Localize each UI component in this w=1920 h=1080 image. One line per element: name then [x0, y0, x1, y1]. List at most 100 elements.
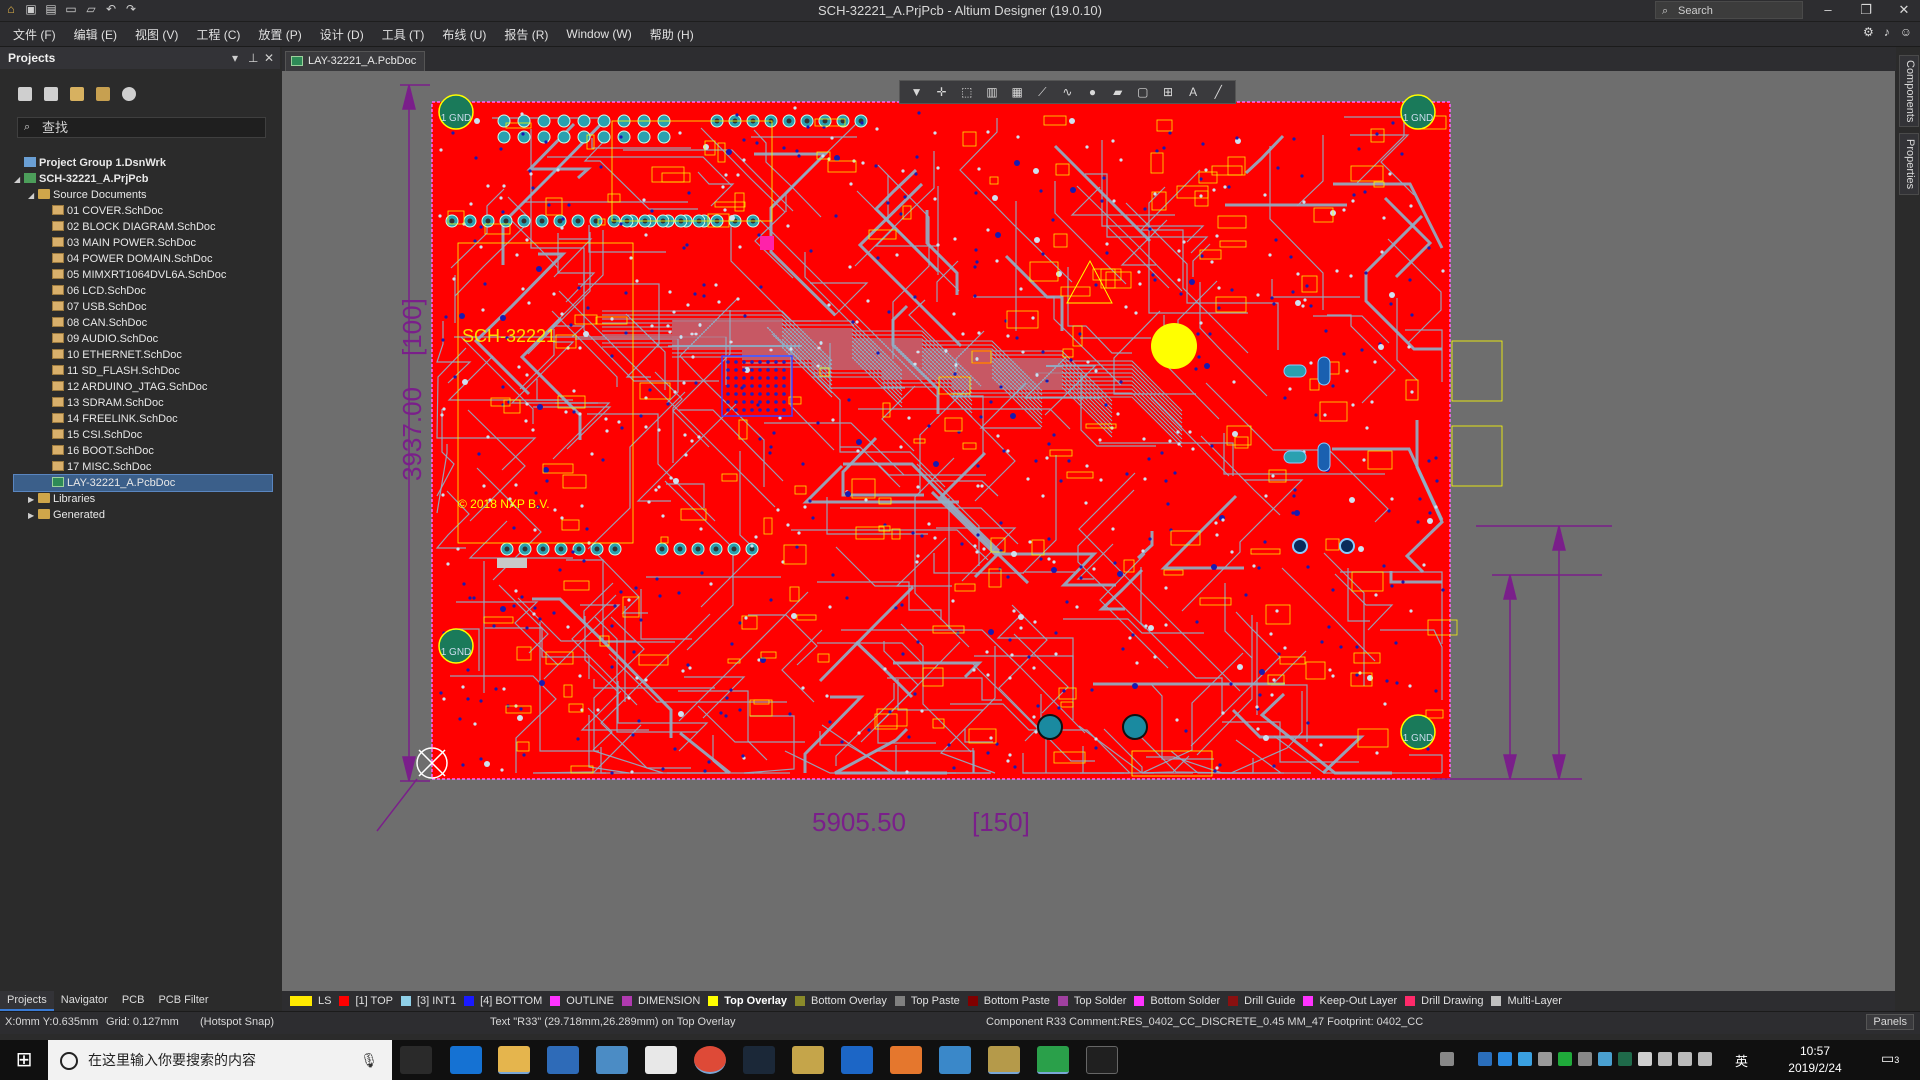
- place-component-icon[interactable]: ▦: [1010, 85, 1024, 99]
- layer-tab[interactable]: Top Overlay: [708, 995, 787, 1007]
- layer-tab[interactable]: Bottom Solder: [1134, 995, 1220, 1007]
- tree-item[interactable]: 11 SD_FLASH.SchDoc: [14, 363, 272, 379]
- pcb-app-icon[interactable]: [1037, 1046, 1069, 1074]
- move-icon[interactable]: ✛: [935, 85, 949, 99]
- menu-item-7[interactable]: 布线 (U): [433, 26, 495, 43]
- layer-tab[interactable]: Top Solder: [1057, 995, 1126, 1007]
- store-icon[interactable]: [547, 1046, 579, 1074]
- tree-item[interactable]: Project Group 1.DsnWrk: [14, 155, 272, 171]
- taskbar-search-input[interactable]: 在这里输入你要搜索的内容 🎙: [48, 1040, 392, 1080]
- panel-tab-projects[interactable]: Projects: [0, 991, 54, 1011]
- mail-icon[interactable]: [645, 1046, 677, 1074]
- tree-item[interactable]: 16 BOOT.SchDoc: [14, 443, 272, 459]
- microphone-icon[interactable]: 🎙: [360, 1040, 378, 1080]
- restore-button[interactable]: ❐: [1851, 1, 1881, 19]
- tree-item[interactable]: 05 MIMXRT1064DVL6A.SchDoc: [14, 267, 272, 283]
- layer-tab[interactable]: [4] BOTTOM: [464, 995, 542, 1007]
- tree-item[interactable]: 12 ARDUINO_JTAG.SchDoc: [14, 379, 272, 395]
- route-icon[interactable]: ⟋: [1035, 85, 1049, 99]
- file-explorer-icon[interactable]: [498, 1046, 530, 1074]
- menu-item-4[interactable]: 放置 (P): [249, 26, 310, 43]
- menu-item-1[interactable]: 编辑 (E): [65, 26, 126, 43]
- tree-item[interactable]: 04 POWER DOMAIN.SchDoc: [14, 251, 272, 267]
- menu-item-5[interactable]: 设计 (D): [311, 26, 373, 43]
- tree-item[interactable]: ◢ Source Documents: [14, 187, 272, 203]
- tray-icon[interactable]: [1578, 1052, 1592, 1066]
- search-input[interactable]: ⌕ Search: [1655, 1, 1803, 19]
- minimize-button[interactable]: –: [1813, 1, 1843, 19]
- tree-item[interactable]: 09 AUDIO.SchDoc: [14, 331, 272, 347]
- tree-item[interactable]: ▶ Libraries: [14, 491, 272, 507]
- panels-button[interactable]: Panels: [1866, 1014, 1914, 1030]
- tray-icon[interactable]: [1538, 1052, 1552, 1066]
- close-button[interactable]: ✕: [1889, 1, 1919, 19]
- panel-tab-navigator[interactable]: Navigator: [54, 991, 115, 1011]
- panel-menu-icon[interactable]: ▾: [232, 47, 238, 69]
- windows-start-icon[interactable]: ⊞: [0, 1040, 48, 1080]
- battery-icon[interactable]: [1658, 1052, 1672, 1066]
- gear-icon[interactable]: ⚙: [1863, 25, 1874, 39]
- altium-designer-icon[interactable]: [988, 1046, 1020, 1074]
- tray-icon[interactable]: [1598, 1052, 1612, 1066]
- onedrive-icon[interactable]: [1638, 1052, 1652, 1066]
- menu-item-8[interactable]: 报告 (R): [495, 26, 557, 43]
- tray-icon[interactable]: [1558, 1052, 1572, 1066]
- task-view-icon[interactable]: [400, 1046, 432, 1074]
- dimension-icon[interactable]: ⊞: [1161, 85, 1175, 99]
- diff-pair-icon[interactable]: ∿: [1060, 85, 1074, 99]
- layer-tab[interactable]: Keep-Out Layer: [1303, 995, 1397, 1007]
- pin-icon[interactable]: ⊥: [248, 47, 258, 69]
- collapse-arrow-icon[interactable]: ◢: [14, 172, 24, 188]
- expand-arrow-icon[interactable]: ▶: [28, 492, 38, 508]
- tree-item[interactable]: 01 COVER.SchDoc: [14, 203, 272, 219]
- terminal-icon[interactable]: [1086, 1046, 1118, 1074]
- layer-tab[interactable]: Bottom Overlay: [795, 995, 887, 1007]
- menu-item-9[interactable]: Window (W): [557, 27, 640, 41]
- outlook-icon[interactable]: [841, 1046, 873, 1074]
- tree-item[interactable]: LAY-32221_A.PcbDoc: [13, 474, 273, 492]
- tab-pcb-document[interactable]: LAY-32221_A.PcbDoc: [285, 51, 426, 72]
- align-icon[interactable]: ▥: [985, 85, 999, 99]
- layer-tab[interactable]: Multi-Layer: [1491, 995, 1562, 1007]
- network-icon[interactable]: [1678, 1052, 1692, 1066]
- tree-item[interactable]: 07 USB.SchDoc: [14, 299, 272, 315]
- altium-launcher-icon[interactable]: [792, 1046, 824, 1074]
- pcb-board-drawing[interactable]: 3937.00 [100] 5905.50 [150] SCH-32221 © …: [282, 71, 1895, 991]
- steam-icon[interactable]: [743, 1046, 775, 1074]
- skype-icon[interactable]: [1498, 1052, 1512, 1066]
- user-icon[interactable]: ☺: [1900, 25, 1912, 39]
- layer-tab[interactable]: Top Paste: [894, 995, 960, 1007]
- panel-tab-pcb[interactable]: PCB: [115, 991, 152, 1011]
- tree-item[interactable]: ◢ SCH-32221_A.PrjPcb: [14, 171, 272, 187]
- layer-tab[interactable]: [1] TOP: [339, 995, 393, 1007]
- line-icon[interactable]: ╱: [1211, 85, 1225, 99]
- menu-item-6[interactable]: 工具 (T): [373, 26, 434, 43]
- layer-tab[interactable]: Drill Guide: [1228, 995, 1295, 1007]
- polygon-icon[interactable]: ▰: [1111, 85, 1125, 99]
- string-icon[interactable]: A: [1186, 85, 1200, 99]
- tab-properties[interactable]: Properties: [1899, 133, 1919, 195]
- via-icon[interactable]: ●: [1086, 85, 1100, 99]
- ime-indicator[interactable]: 英: [1735, 1051, 1748, 1070]
- expand-arrow-icon[interactable]: ▶: [28, 508, 38, 524]
- edge-icon[interactable]: [450, 1046, 482, 1074]
- close-folder-icon[interactable]: [96, 87, 110, 101]
- people-icon[interactable]: [1440, 1052, 1454, 1066]
- mx-icon[interactable]: [939, 1046, 971, 1074]
- bell-icon[interactable]: ♪: [1884, 25, 1890, 39]
- menu-item-2[interactable]: 视图 (V): [126, 26, 187, 43]
- notification-center-icon[interactable]: ▭3: [1881, 1050, 1901, 1070]
- menu-item-0[interactable]: 文件 (F): [4, 26, 65, 43]
- settings-icon[interactable]: [122, 87, 136, 101]
- tree-item[interactable]: 13 SDRAM.SchDoc: [14, 395, 272, 411]
- layer-tab[interactable]: LS: [290, 995, 331, 1007]
- keepout-icon[interactable]: ▢: [1136, 85, 1150, 99]
- steam-tray-icon[interactable]: [1618, 1052, 1632, 1066]
- panel-tab-pcb-filter[interactable]: PCB Filter: [151, 991, 215, 1011]
- tree-item[interactable]: 14 FREELINK.SchDoc: [14, 411, 272, 427]
- tree-item[interactable]: 06 LCD.SchDoc: [14, 283, 272, 299]
- bluetooth-icon[interactable]: [1518, 1052, 1532, 1066]
- menu-item-3[interactable]: 工程 (C): [187, 26, 249, 43]
- tree-item[interactable]: 02 BLOCK DIAGRAM.SchDoc: [14, 219, 272, 235]
- tree-item[interactable]: 17 MISC.SchDoc: [14, 459, 272, 475]
